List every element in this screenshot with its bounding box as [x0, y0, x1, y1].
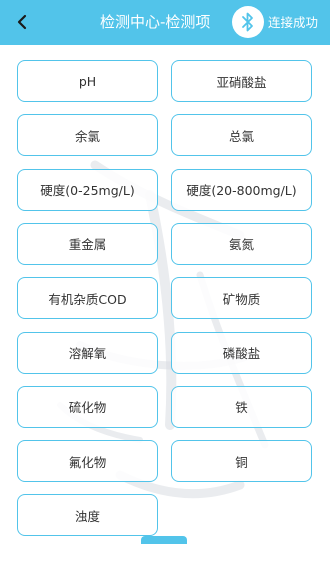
test-item-button[interactable]: 氨氮: [171, 222, 312, 265]
test-item-button[interactable]: 矿物质: [171, 277, 312, 320]
test-item-button[interactable]: 磷酸盐: [171, 331, 312, 374]
test-item-button[interactable]: 铜: [171, 440, 312, 483]
test-item-button[interactable]: 亚硝酸盐: [171, 60, 312, 102]
test-item-button[interactable]: 硬度(20-800mg/L): [171, 168, 312, 211]
bottom-tab-indicator[interactable]: [141, 536, 187, 544]
test-item-list: pH 亚硝酸盐 余氯 总氯 硬度(0-25mg/L) 硬度(20-800mg/L) 重金属氨…: [0, 45, 330, 586]
test-item-button[interactable]: 重金属: [17, 222, 158, 265]
test-item-button[interactable]: 余氯: [17, 114, 158, 157]
app-header: 检测中心-检测项 连接成功: [0, 0, 330, 45]
test-item-button[interactable]: 硬度(0-25mg/L): [17, 168, 158, 211]
test-item-button[interactable]: 浊度: [17, 494, 158, 537]
page-title: 检测中心-检测项: [100, 13, 211, 31]
test-item-button[interactable]: 有机杂质COD: [17, 277, 158, 320]
test-item-button[interactable]: 总氯: [171, 114, 312, 157]
test-item-button[interactable]: 铁: [171, 385, 312, 428]
test-item-button[interactable]: pH: [17, 60, 158, 102]
bluetooth-icon: [242, 12, 253, 32]
chevron-left-icon: [17, 14, 27, 30]
test-item-button[interactable]: 硫化物: [17, 385, 158, 428]
test-item-button[interactable]: 氟化物: [17, 440, 158, 483]
bluetooth-button[interactable]: [232, 6, 264, 38]
connection-status: 连接成功: [268, 15, 319, 30]
back-button[interactable]: [10, 9, 34, 35]
test-item-button[interactable]: 溶解氧: [17, 331, 158, 374]
